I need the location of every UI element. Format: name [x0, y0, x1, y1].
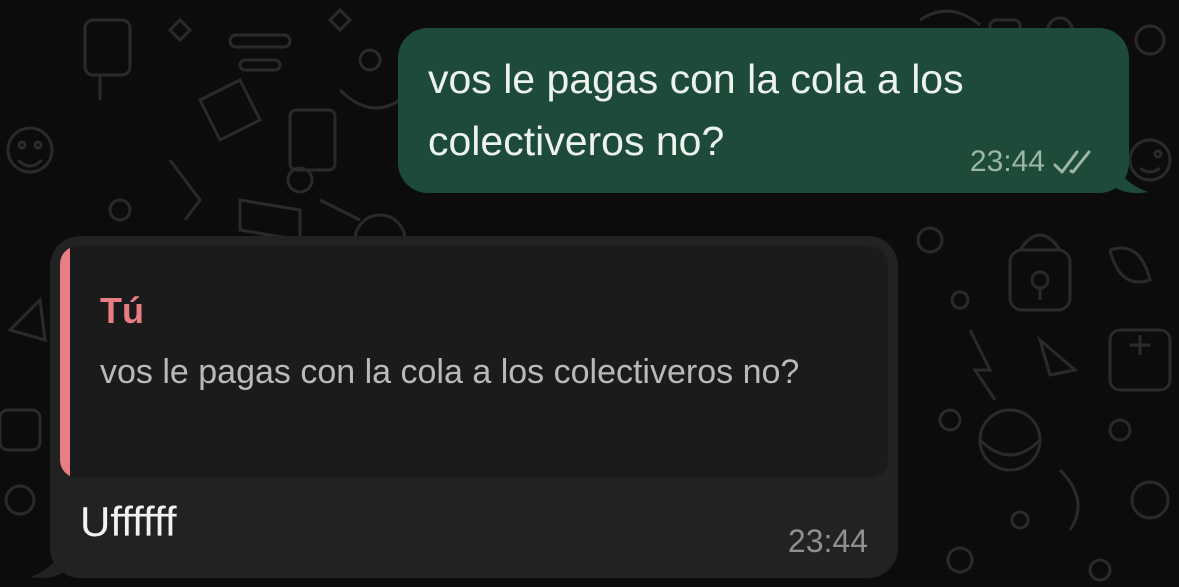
reply-quote-text: vos le pagas con la cola a los colective…	[100, 353, 800, 391]
reply-quote-author: Tú	[100, 290, 144, 331]
double-check-icon	[1053, 150, 1091, 174]
outgoing-message-time: 23:44	[969, 145, 1045, 178]
incoming-message-bubble[interactable]: Tú vos le pagas con la cola a los colect…	[50, 236, 898, 578]
outgoing-message-bubble[interactable]: vos le pagas con la cola a los colective…	[398, 28, 1129, 193]
incoming-message-time: 23:44	[787, 523, 868, 559]
outgoing-message-meta: 23:44	[970, 145, 1101, 179]
reply-quote[interactable]: Tú vos le pagas con la cola a los colect…	[60, 246, 888, 478]
reply-quote-accent-bar	[60, 246, 70, 478]
chat-view: vos le pagas con la cola a los colective…	[0, 0, 1179, 587]
incoming-message-text: Uffffff	[80, 498, 177, 545]
